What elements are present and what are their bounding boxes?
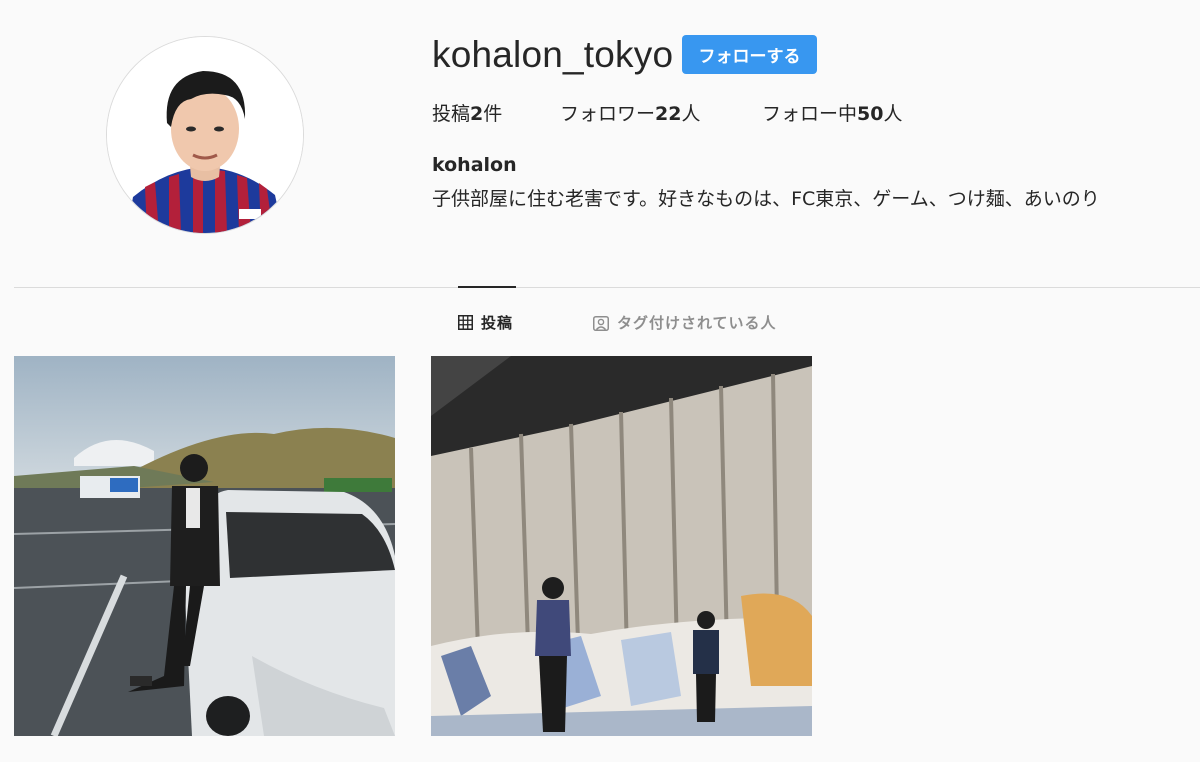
post-thumbnail[interactable]	[431, 356, 812, 736]
active-tab-indicator	[458, 286, 516, 288]
tab-posts[interactable]: 投稿	[458, 312, 513, 333]
post-image-car	[14, 356, 395, 736]
tab-tagged-label: タグ付けされている人	[617, 314, 777, 332]
followers-count-value: 22	[655, 103, 682, 125]
following-count-unit: 人	[883, 103, 903, 125]
post-image-wall	[431, 356, 812, 736]
following-count-value: 50	[857, 103, 884, 125]
follow-button[interactable]: フォローする	[682, 35, 817, 74]
tab-posts-label: 投稿	[481, 314, 514, 332]
profile-avatar[interactable]	[106, 36, 304, 234]
posts-count-value: 2	[470, 103, 484, 125]
tagged-person-icon	[593, 315, 609, 331]
grid-icon	[458, 315, 473, 330]
profile-bio: 子供部屋に住む老害です。好きなものは、FC東京、ゲーム、つけ麺、あいのり	[432, 188, 1100, 210]
post-thumbnail[interactable]	[14, 356, 395, 736]
posts-count-label: 投稿	[432, 103, 471, 125]
followers-count-unit: 人	[681, 103, 701, 125]
followers-count-label: フォロワー	[560, 103, 656, 125]
profile-display-name: kohalon	[432, 154, 517, 176]
tab-tagged[interactable]: タグ付けされている人	[593, 312, 777, 333]
profile-username: kohalon_tokyo	[432, 34, 674, 75]
posts-count: 投稿2件	[432, 99, 502, 126]
tabs-divider	[14, 287, 1200, 288]
posts-count-unit: 件	[483, 103, 503, 125]
followers-count[interactable]: フォロワー22人	[560, 99, 700, 126]
following-count[interactable]: フォロー中50人	[762, 99, 902, 126]
following-count-label: フォロー中	[762, 103, 858, 125]
